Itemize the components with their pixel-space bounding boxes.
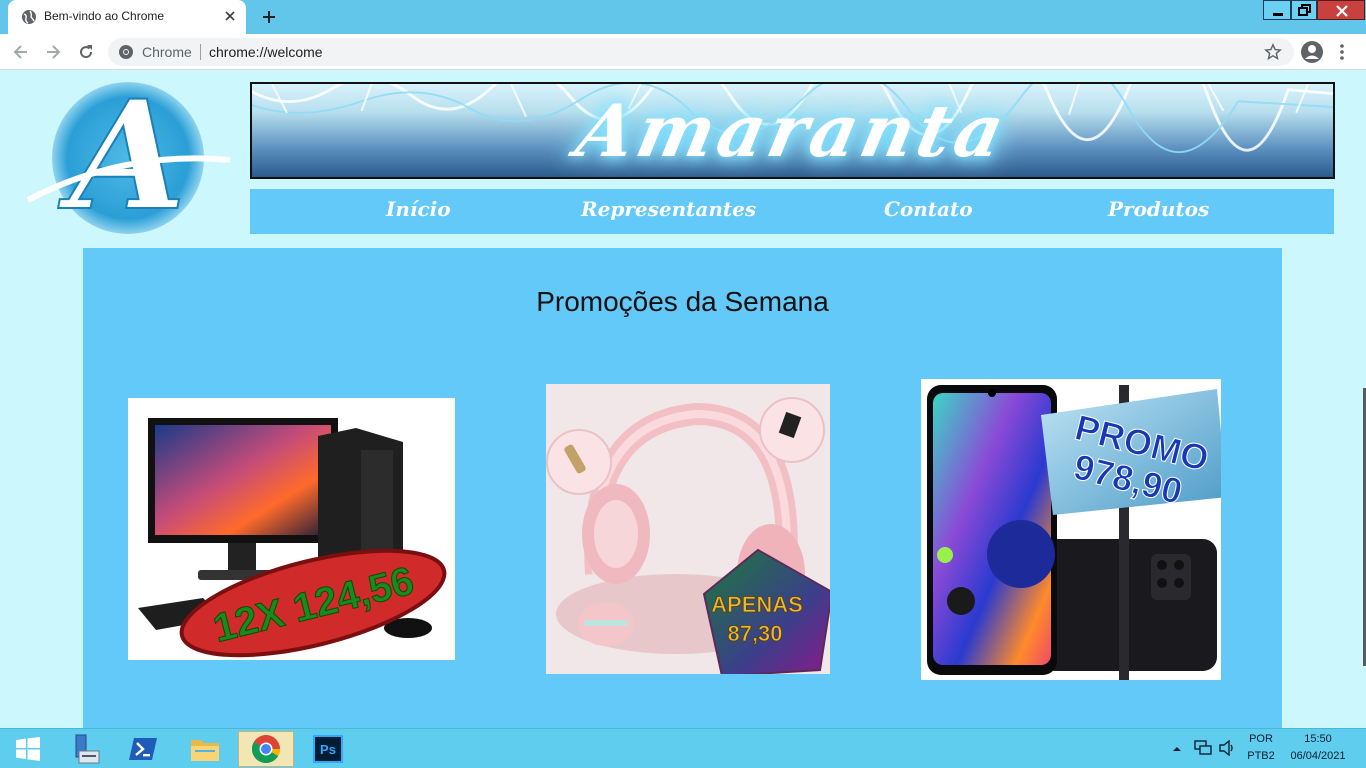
reload-icon[interactable] [76, 42, 96, 62]
url-text[interactable]: chrome://welcome [209, 44, 323, 60]
restore-icon [1298, 4, 1311, 16]
site-banner: Amaranta [250, 82, 1335, 179]
minimize-button[interactable] [1263, 0, 1291, 20]
clock-date[interactable]: 06/04/2021 [1286, 750, 1350, 762]
promotions-section: Promoções da Semana 12X 124,56 APENAS 87… [83, 248, 1282, 728]
chrome-site-icon [119, 45, 133, 59]
network-icon[interactable] [1194, 740, 1212, 756]
photoshop-icon: Ps [313, 735, 343, 763]
nav-link-contato[interactable]: Contato [884, 197, 973, 221]
server-manager-button[interactable] [56, 731, 112, 767]
new-tab-icon[interactable] [259, 7, 279, 27]
language-indicator[interactable]: POR [1246, 733, 1276, 745]
omnibox-separator [200, 44, 201, 60]
nav-link-inicio[interactable]: Início [386, 197, 451, 221]
banner-title: Amaranta [569, 88, 1016, 173]
clock-time[interactable]: 15:50 [1286, 733, 1350, 745]
main-navigation: Início Representantes Contato Produtos [250, 189, 1334, 234]
browser-toolbar: Chrome chrome://welcome [0, 34, 1366, 70]
chrome-icon [252, 735, 280, 763]
tray-chevron-up-icon[interactable] [1172, 744, 1182, 754]
close-window-button[interactable] [1317, 0, 1365, 20]
powershell-button[interactable] [115, 731, 171, 767]
nav-link-produtos[interactable]: Produtos [1108, 197, 1209, 221]
powershell-icon [129, 738, 157, 760]
product-desktop-computer[interactable]: 12X 124,56 [128, 398, 455, 660]
product-pink-headphones[interactable]: APENAS 87,30 [546, 384, 830, 674]
server-manager-icon [75, 734, 100, 764]
svg-text:Ps: Ps [320, 742, 336, 757]
menu-kebab-icon[interactable] [1336, 42, 1348, 62]
promotions-heading: Promoções da Semana [536, 286, 829, 317]
back-arrow-icon[interactable] [11, 42, 31, 62]
chrome-taskbar-button[interactable] [238, 731, 294, 767]
price-label-headphones: APENAS [711, 592, 803, 617]
smartphone-image: PROMO 978,90 [927, 385, 1221, 680]
price-value-headphones: 87,30 [727, 621, 782, 646]
desktop-computer-image: 12X 124,56 [138, 418, 447, 658]
tab-strip: Bem-vindo ao Chrome [0, 0, 1366, 34]
photoshop-button[interactable]: Ps [300, 731, 356, 767]
folder-icon [191, 740, 219, 761]
volume-icon[interactable] [1218, 740, 1236, 756]
product-smartphone[interactable]: PROMO 978,90 [921, 379, 1221, 680]
start-button[interactable] [0, 731, 56, 767]
keyboard-layout-indicator[interactable]: PTB2 [1246, 750, 1276, 762]
close-tab-icon[interactable] [222, 8, 238, 24]
pink-headphones-image: APENAS 87,30 [546, 384, 830, 674]
windows-taskbar: Ps POR PTB2 15:50 06/04/2021 [0, 728, 1366, 768]
address-bar[interactable]: Chrome chrome://welcome [108, 38, 1294, 66]
profile-avatar-icon[interactable] [1300, 40, 1324, 64]
browser-tab[interactable]: Bem-vindo ao Chrome [8, 0, 246, 34]
globe-icon [22, 10, 36, 24]
minimize-icon [1273, 13, 1283, 16]
restore-button[interactable] [1291, 0, 1317, 20]
close-icon [1336, 5, 1348, 17]
web-page: A Amaranta Início Representantes Contato… [0, 70, 1366, 728]
forward-arrow-icon[interactable] [43, 42, 63, 62]
bookmark-star-icon[interactable] [1264, 43, 1282, 61]
amaranta-logo[interactable]: A [24, 80, 234, 236]
nav-link-representantes[interactable]: Representantes [581, 197, 756, 221]
tab-title: Bem-vindo ao Chrome [44, 9, 165, 23]
windows-logo-icon [16, 737, 40, 761]
file-explorer-button[interactable] [177, 731, 233, 767]
site-chip-label: Chrome [142, 44, 192, 60]
